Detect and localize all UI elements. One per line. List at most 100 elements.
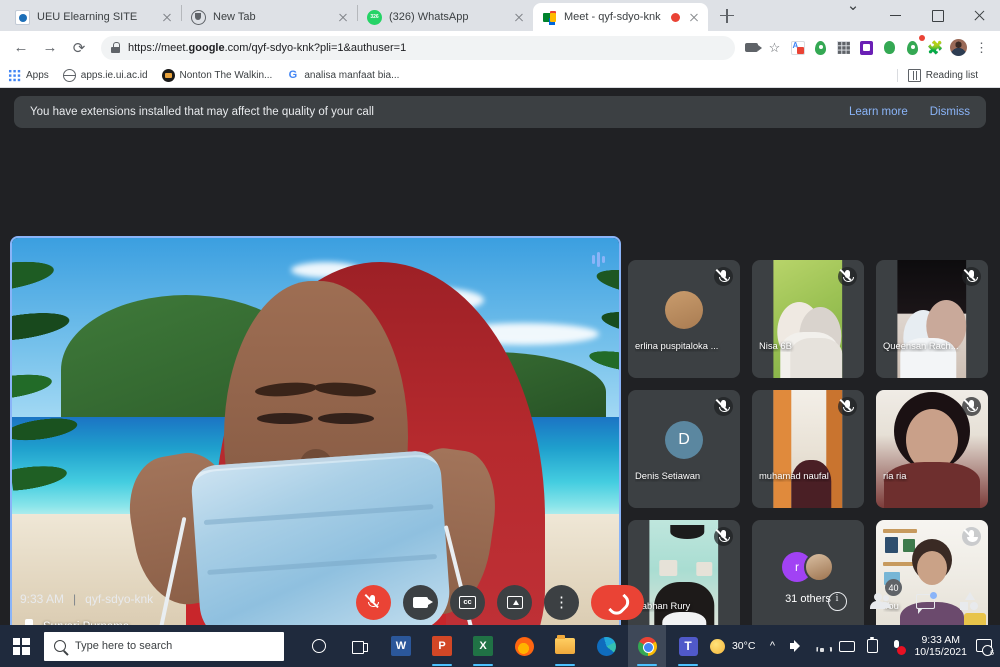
volume-icon[interactable] (789, 638, 805, 654)
chevron-up-icon[interactable]: ^ (764, 638, 780, 654)
profile-avatar[interactable] (948, 37, 969, 58)
reading-list-button[interactable]: Reading list (896, 69, 978, 82)
maximize-icon[interactable] (916, 0, 958, 31)
tab-strip: UEU Elearning SITE New Tab (326) WhatsAp… (0, 0, 1000, 31)
minimize-icon[interactable] (874, 0, 916, 31)
notifications-icon[interactable]: 6 (976, 638, 994, 657)
captions-button[interactable] (450, 585, 485, 620)
ueu-icon (15, 9, 30, 25)
file-explorer-icon[interactable] (546, 625, 584, 667)
firefox-icon[interactable] (505, 625, 543, 667)
google-meet-icon (542, 9, 557, 25)
bookmark-star-icon[interactable]: ☆ (764, 37, 785, 58)
camera-button[interactable] (403, 585, 438, 620)
task-view-icon[interactable] (341, 625, 379, 667)
extensions-puzzle-icon[interactable]: 🧩 (925, 37, 946, 58)
sun-icon (709, 638, 725, 654)
newtab-icon (191, 9, 206, 25)
tab-whatsapp[interactable]: (326) WhatsApp (358, 3, 533, 31)
close-icon[interactable] (335, 9, 351, 25)
weather-widget[interactable]: 30°C (709, 638, 756, 654)
participant-tile[interactable]: Queensan Rach... (876, 260, 988, 378)
notification-count: 6 (990, 650, 994, 657)
grid-extension-icon[interactable] (833, 37, 854, 58)
new-tab-button[interactable] (714, 3, 740, 29)
bookmark-apps[interactable]: Apps (8, 69, 49, 82)
participant-tile[interactable]: D Denis Setiawan (628, 390, 740, 508)
tab-title: Meet - qyf-sdyo-knk (564, 11, 661, 23)
participant-tile[interactable]: erlina puspitaloka ... (628, 260, 740, 378)
clock-time: 9:33 AM (921, 634, 960, 646)
battery-icon[interactable] (864, 636, 880, 654)
unread-indicator (929, 591, 937, 599)
chrome-icon[interactable] (628, 625, 666, 667)
reload-button[interactable]: ⟳ (66, 35, 92, 61)
edge-icon[interactable] (587, 625, 625, 667)
more-options-button[interactable]: ⋮ (544, 585, 579, 620)
search-icon (54, 640, 66, 652)
green-pin-extension-icon[interactable] (902, 35, 925, 58)
tab-google-meet[interactable]: Meet - qyf-sdyo-knk (533, 3, 708, 31)
present-now-button[interactable] (497, 585, 532, 620)
participant-tile[interactable]: Nisa 6B (752, 260, 864, 378)
browser-chrome: UEU Elearning SITE New Tab (326) WhatsAp… (0, 0, 1000, 88)
participant-count-badge: 40 (885, 579, 902, 596)
bookmark-nonton-walking[interactable]: Nonton The Walkin... (161, 69, 272, 82)
excel-icon[interactable]: X (464, 625, 502, 667)
bookmark-analisa-manfaat[interactable]: G analisa manfaat bia... (286, 69, 400, 82)
powerpoint-icon[interactable]: P (423, 625, 461, 667)
reading-list-label: Reading list (925, 70, 978, 81)
search-input[interactable]: Type here to search (44, 631, 284, 661)
show-everyone-button[interactable]: 40 (868, 579, 902, 614)
back-button[interactable]: ← (8, 35, 34, 61)
leave-call-button[interactable] (591, 585, 644, 620)
media-cast-icon[interactable] (741, 37, 762, 58)
close-icon[interactable] (686, 9, 702, 25)
chat-button[interactable] (912, 588, 938, 614)
microphone-muted-icon[interactable] (889, 638, 906, 655)
chrome-menu-icon[interactable]: ⋮ (971, 37, 992, 58)
dismiss-button[interactable]: Dismiss (930, 106, 970, 118)
clock[interactable]: 9:33 AM 10/15/2021 (914, 634, 967, 658)
close-icon[interactable] (958, 0, 1000, 31)
recording-indicator-icon (671, 12, 680, 22)
learn-more-link[interactable]: Learn more (849, 106, 908, 118)
participant-video (773, 390, 843, 508)
tab-ueu-elearning[interactable]: UEU Elearning SITE (6, 3, 181, 31)
meeting-details-button[interactable] (824, 588, 850, 614)
green-balloon-icon[interactable] (879, 37, 900, 58)
mic-off-icon (962, 397, 981, 416)
wifi-icon[interactable] (814, 638, 830, 654)
purple-extension-icon[interactable] (856, 37, 877, 58)
avatar-letter: D (678, 430, 690, 448)
forward-button[interactable]: → (37, 35, 63, 61)
taskbar-apps: W P X (300, 625, 707, 667)
bookmark-apps-ie-ui[interactable]: apps.ie.ui.ac.id (62, 69, 148, 82)
participant-tile[interactable]: ria ria (876, 390, 988, 508)
mic-off-icon (714, 397, 733, 416)
audio-wave-icon (587, 248, 609, 270)
tab-new-tab[interactable]: New Tab (182, 3, 357, 31)
extensions-warning-banner: You have extensions installed that may a… (14, 96, 986, 128)
windows-start-icon[interactable] (0, 625, 42, 667)
chevron-down-icon[interactable] (832, 0, 874, 31)
search-placeholder: Type here to search (75, 640, 173, 652)
participant-name: Queensan Rach... (883, 340, 959, 351)
google-meet-app: You have extensions installed that may a… (0, 88, 1000, 646)
windows-taskbar: Type here to search W P X 30°C ^ 9:33 AM… (0, 625, 1000, 667)
cortana-icon[interactable] (300, 625, 338, 667)
close-icon[interactable] (159, 9, 175, 25)
close-icon[interactable] (511, 9, 527, 25)
keyboard-icon[interactable] (839, 638, 856, 654)
teams-icon[interactable] (669, 625, 707, 667)
google-g-icon: G (288, 69, 298, 81)
microphone-off-button[interactable] (356, 585, 391, 620)
activities-button[interactable] (956, 588, 982, 614)
weather-temperature: 30°C (731, 640, 756, 652)
word-icon[interactable]: W (382, 625, 420, 667)
reading-list-icon (907, 69, 921, 82)
address-bar[interactable]: https://meet.google.com/qyf-sdyo-knk?pli… (101, 35, 735, 60)
google-translate-icon[interactable] (787, 37, 808, 58)
location-pin-icon[interactable] (810, 37, 831, 58)
participant-tile[interactable]: muhamad naufal (752, 390, 864, 508)
